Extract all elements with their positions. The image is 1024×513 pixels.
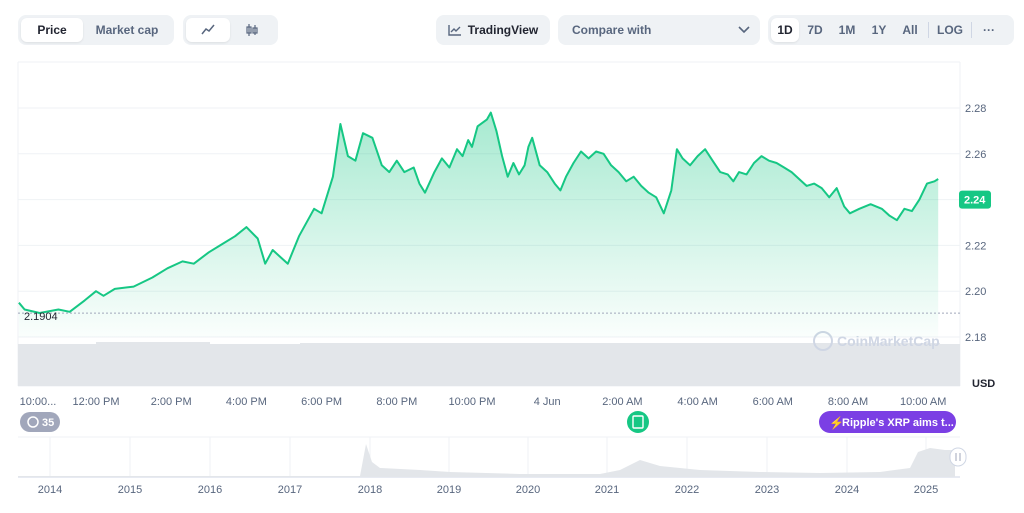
currency-label: USD (972, 378, 995, 390)
x-tick-label: 10:00 PM (448, 396, 495, 408)
price-area-fill (18, 112, 939, 337)
overview-year-label: 2023 (755, 484, 779, 496)
open-price-label: 2.1904 (24, 311, 58, 323)
overview-year-label: 2024 (835, 484, 859, 496)
x-axis-labels: 10:00... 12:00 PM 2:00 PM 4:00 PM 6:00 PM 8:0… (20, 396, 947, 408)
volume-band (18, 344, 960, 386)
y-tick-label: 2.20 (965, 286, 986, 298)
overview-year-label: 2019 (437, 484, 461, 496)
y-axis-labels: 2.18 2.20 2.22 2.24 2.26 2.28 USD (965, 103, 995, 390)
current-price-label: 2.24 (964, 195, 986, 207)
y-tick-label: 2.28 (965, 103, 986, 115)
x-tick-label: 4:00 PM (226, 396, 267, 408)
overview-navigator[interactable]: 2014 2015 2016 2017 2018 2019 2020 2021 2022 2023… (18, 436, 967, 496)
news-badge-label: Ripple's XRP aims t... (842, 417, 954, 429)
x-tick-label: 12:00 PM (72, 396, 119, 408)
overview-handle (949, 447, 967, 467)
x-tick-label: 10:00... (20, 396, 57, 408)
x-tick-label: 2:00 PM (151, 396, 192, 408)
x-tick-label: 8:00 PM (376, 396, 417, 408)
overview-year-label: 2015 (118, 484, 142, 496)
overview-year-label: 2014 (38, 484, 62, 496)
event-markers: 35 ⚡Ripple's XRP aims t... (20, 411, 956, 433)
x-tick-label: 6:00 PM (301, 396, 342, 408)
overview-year-label: 2021 (595, 484, 619, 496)
x-tick-label: 6:00 AM (753, 396, 793, 408)
volume-bar (96, 342, 210, 344)
overview-year-label: 2018 (358, 484, 382, 496)
price-chart[interactable]: CoinMarketCap 2.182.202.222.242.262.28US… (0, 0, 1024, 513)
history-count: 35 (42, 417, 54, 429)
overview-year-label: 2016 (198, 484, 222, 496)
x-tick-label: 8:00 AM (828, 396, 868, 408)
x-tick-label: 10:00 AM (900, 396, 946, 408)
y-tick-label: 2.18 (965, 332, 986, 344)
y-tick-label: 2.22 (965, 240, 986, 252)
y-tick-label: 2.26 (965, 149, 986, 161)
overview-year-label: 2022 (675, 484, 699, 496)
overview-year-label: 2025 (914, 484, 938, 496)
news-marker (627, 411, 649, 433)
overview-year-label: 2017 (278, 484, 302, 496)
x-tick-label: 4 Jun (534, 396, 561, 408)
overview-year-label: 2020 (516, 484, 540, 496)
overview-history-area (18, 444, 955, 477)
x-tick-label: 4:00 AM (677, 396, 717, 408)
x-tick-label: 2:00 AM (602, 396, 642, 408)
